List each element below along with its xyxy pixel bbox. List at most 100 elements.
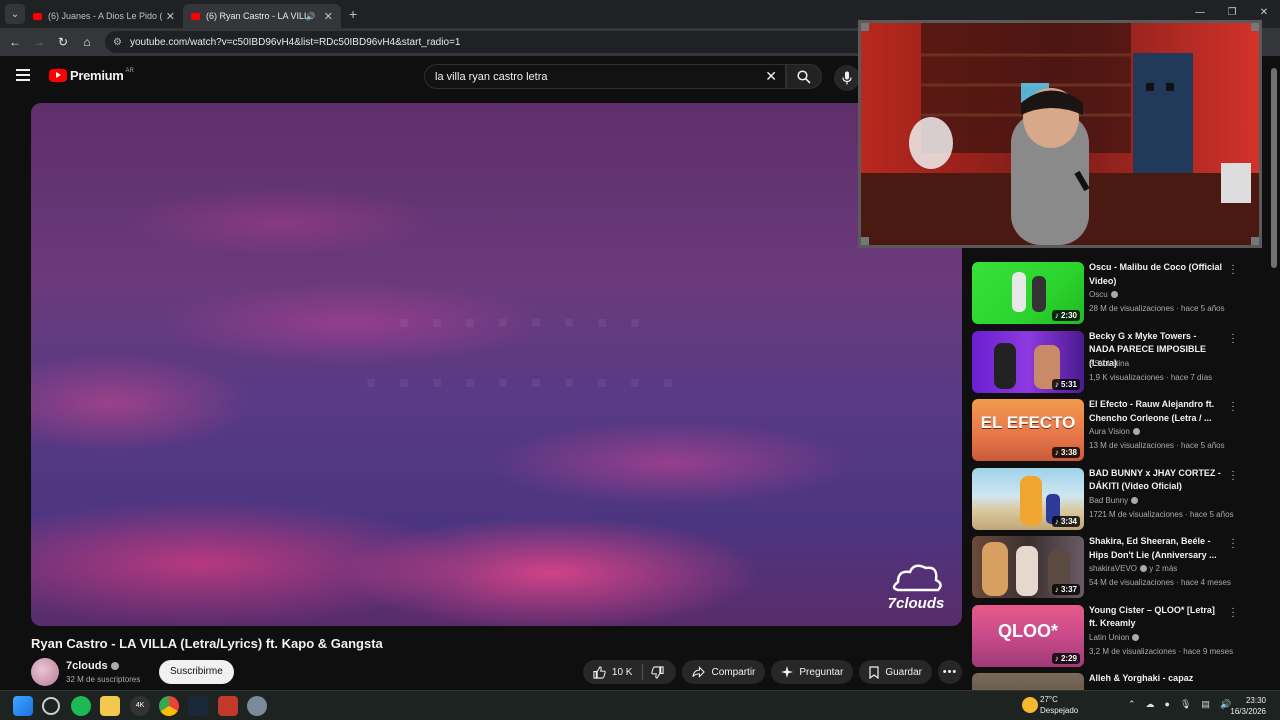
forward-icon[interactable]: →: [27, 35, 51, 49]
recommendation-item[interactable]: ♪ 5:31 Becky G x Myke Towers - NADA PARE…: [972, 327, 1252, 396]
audio-playing-icon[interactable]: 🔊: [306, 12, 316, 21]
spotify-icon[interactable]: [71, 696, 91, 716]
more-vertical-icon[interactable]: · · ·: [1230, 329, 1236, 347]
recommendation-meta: 1,9 K visualizaciones · hace 7 días: [1089, 372, 1213, 382]
webcam-overlay: [858, 20, 1262, 248]
channel-name[interactable]: 7clouds: [66, 660, 119, 672]
svg-text:7clouds: 7clouds: [888, 595, 945, 612]
app-icon[interactable]: [42, 697, 60, 715]
video-player[interactable]: · · · · · · · · · · · · · · · · · · 7clou…: [31, 103, 962, 626]
more-vertical-icon[interactable]: · · ·: [1230, 261, 1236, 279]
recommendation-item[interactable]: EL EFECTO ♪ 3:38 El Efecto - Rauw Alejan…: [972, 395, 1252, 464]
thumbnail[interactable]: ♪ 5:31: [972, 330, 1084, 393]
like-button[interactable]: 10 K: [593, 665, 633, 679]
recommendation-item[interactable]: ♪ 3:34 BAD BUNNY x JHAY CORTEZ - DÁKITI …: [972, 464, 1252, 533]
settings-icon[interactable]: [247, 696, 267, 716]
channel-text: Aura Vision: [1089, 427, 1130, 436]
ask-button[interactable]: Preguntar: [771, 660, 854, 684]
recommendation-channel[interactable]: shakiraVEVO y 2 más: [1089, 564, 1177, 573]
recommendation-title[interactable]: Alleh & Yorghaki - capaz: [1089, 672, 1224, 686]
cloud-icon[interactable]: ☁: [1146, 699, 1155, 710]
file-explorer-icon[interactable]: [100, 696, 120, 716]
thumbnail[interactable]: ♪ 3:34: [972, 467, 1084, 530]
share-button[interactable]: Compartir: [682, 660, 766, 684]
more-vertical-icon[interactable]: · · ·: [1230, 466, 1236, 484]
like-count: 10 K: [611, 666, 633, 678]
recommendation-item[interactable]: QLOO* ♪ 2:29 Young Cister – QLOO* [Letra…: [972, 601, 1252, 670]
reload-icon[interactable]: ↻: [51, 35, 75, 49]
recommendation-channel[interactable]: Aura Vision: [1089, 427, 1140, 436]
like-dislike-pill: 10 K: [582, 660, 677, 684]
microphone-icon[interactable]: 🎙: [1180, 699, 1191, 710]
channel-text: ASV Latina: [1089, 358, 1130, 368]
screen: ⌄ (6) Juanes - A Dios Le Pido (Lyri ✕ (6…: [0, 0, 1280, 720]
tab-search-icon[interactable]: ⌄: [5, 4, 25, 24]
chevron-up-icon[interactable]: ⌃: [1128, 699, 1136, 710]
verified-icon: [1110, 291, 1118, 298]
webcam-scene: [861, 23, 1259, 245]
back-icon[interactable]: ←: [3, 35, 27, 49]
security-icon[interactable]: ●: [1165, 699, 1170, 710]
site-info-icon[interactable]: ⚙: [113, 37, 122, 48]
tab-close-icon[interactable]: ✕: [166, 10, 175, 23]
home-icon[interactable]: ⌂: [75, 35, 99, 49]
verified-icon: [110, 662, 119, 671]
recommendation-title[interactable]: Young Cister – QLOO* [Letra] ft. Kreamly: [1089, 604, 1224, 631]
app-icon[interactable]: [218, 696, 238, 716]
recommendation-item[interactable]: ♪ 2:30 Oscu - Malibu de Coco (Official V…: [972, 258, 1252, 327]
verified-icon: [1132, 633, 1140, 641]
recommendation-title[interactable]: BAD BUNNY x JHAY CORTEZ - DÁKITI (Video …: [1089, 467, 1224, 494]
recommendation-title[interactable]: Oscu - Malibu de Coco (Official Video): [1089, 261, 1224, 288]
network-icon[interactable]: ▤: [1201, 699, 1210, 710]
recommendation-channel[interactable]: Bad Bunny: [1089, 496, 1139, 505]
page-scrollbar[interactable]: [1270, 60, 1278, 690]
channel-avatar[interactable]: [31, 658, 59, 686]
search-button[interactable]: [786, 64, 822, 89]
recommendation-channel[interactable]: Latin Union: [1089, 633, 1140, 642]
recommendation-item[interactable]: ♪ 3:37 Shakira, Ed Sheeran, Beéle - Hips…: [972, 532, 1252, 601]
more-actions-button[interactable]: •••: [938, 660, 962, 684]
thumb-figure: [1020, 475, 1042, 526]
recommendation-channel[interactable]: Oscu: [1089, 290, 1118, 299]
recommendation-title[interactable]: Shakira, Ed Sheeran, Beéle - Hips Don't …: [1089, 535, 1224, 562]
menu-icon[interactable]: [16, 69, 30, 81]
thumb-figure: [994, 342, 1016, 389]
more-vertical-icon[interactable]: · · ·: [1230, 398, 1236, 416]
new-tab-button[interactable]: +: [349, 6, 357, 22]
thumbs-down-icon[interactable]: [651, 665, 665, 679]
more-vertical-icon[interactable]: · · ·: [1230, 603, 1236, 621]
scrollbar-thumb[interactable]: [1271, 68, 1277, 268]
thumbnail[interactable]: ♪ 2:30: [972, 262, 1084, 324]
tab-ryan-castro[interactable]: (6) Ryan Castro - LA VILLA ( 🔊 ✕: [183, 4, 341, 28]
voice-search-button[interactable]: [834, 65, 860, 91]
more-vertical-icon[interactable]: · · ·: [1230, 535, 1236, 553]
clock-time: 23:30: [1245, 696, 1266, 705]
weather-desc: Despejado: [1040, 706, 1079, 715]
search-input[interactable]: la villa ryan castro letra ✕: [424, 64, 786, 89]
weather-temp: 27°C: [1040, 695, 1058, 704]
url-bar[interactable]: ⚙ youtube.com/watch?v=c50IBD96vH4&list=R…: [105, 31, 925, 53]
clear-search-icon[interactable]: ✕: [765, 68, 777, 85]
chrome-icon[interactable]: [159, 696, 179, 716]
recommendation-meta: 28 M de visualizaciones · hace 5 años: [1089, 304, 1225, 313]
thumbnail[interactable]: EL EFECTO ♪ 3:38: [972, 399, 1084, 461]
steam-icon[interactable]: [188, 696, 208, 716]
subscribe-button[interactable]: Suscribirme: [159, 660, 234, 684]
thumb-figure: [982, 542, 1008, 596]
tab-juanes[interactable]: (6) Juanes - A Dios Le Pido (Lyri ✕: [25, 4, 183, 28]
start-icon[interactable]: [13, 696, 33, 716]
recommendation-title[interactable]: El Efecto - Rauw Alejandro ft. Chencho C…: [1089, 398, 1224, 425]
search-icon: [797, 69, 811, 84]
recommendations-list: ♪ 2:30 Oscu - Malibu de Coco (Official V…: [972, 258, 1252, 720]
save-button[interactable]: Guardar: [859, 660, 932, 684]
search-value: la villa ryan castro letra: [435, 70, 548, 83]
4k-app-icon[interactable]: 4K: [130, 696, 150, 716]
thumbnail[interactable]: QLOO* ♪ 2:29: [972, 604, 1084, 667]
channel-extra: y 2 más: [1149, 564, 1178, 573]
tab-close-icon[interactable]: ✕: [324, 10, 333, 23]
youtube-premium-logo[interactable]: Premium AR: [49, 68, 134, 83]
weather-widget[interactable]: 27°C Despejado: [1040, 694, 1078, 716]
clock[interactable]: 23:30 16/3/2026: [1230, 695, 1266, 717]
recommendation-channel[interactable]: ASV Latina: [1089, 359, 1129, 368]
thumbnail[interactable]: ♪ 3:37: [972, 536, 1084, 598]
